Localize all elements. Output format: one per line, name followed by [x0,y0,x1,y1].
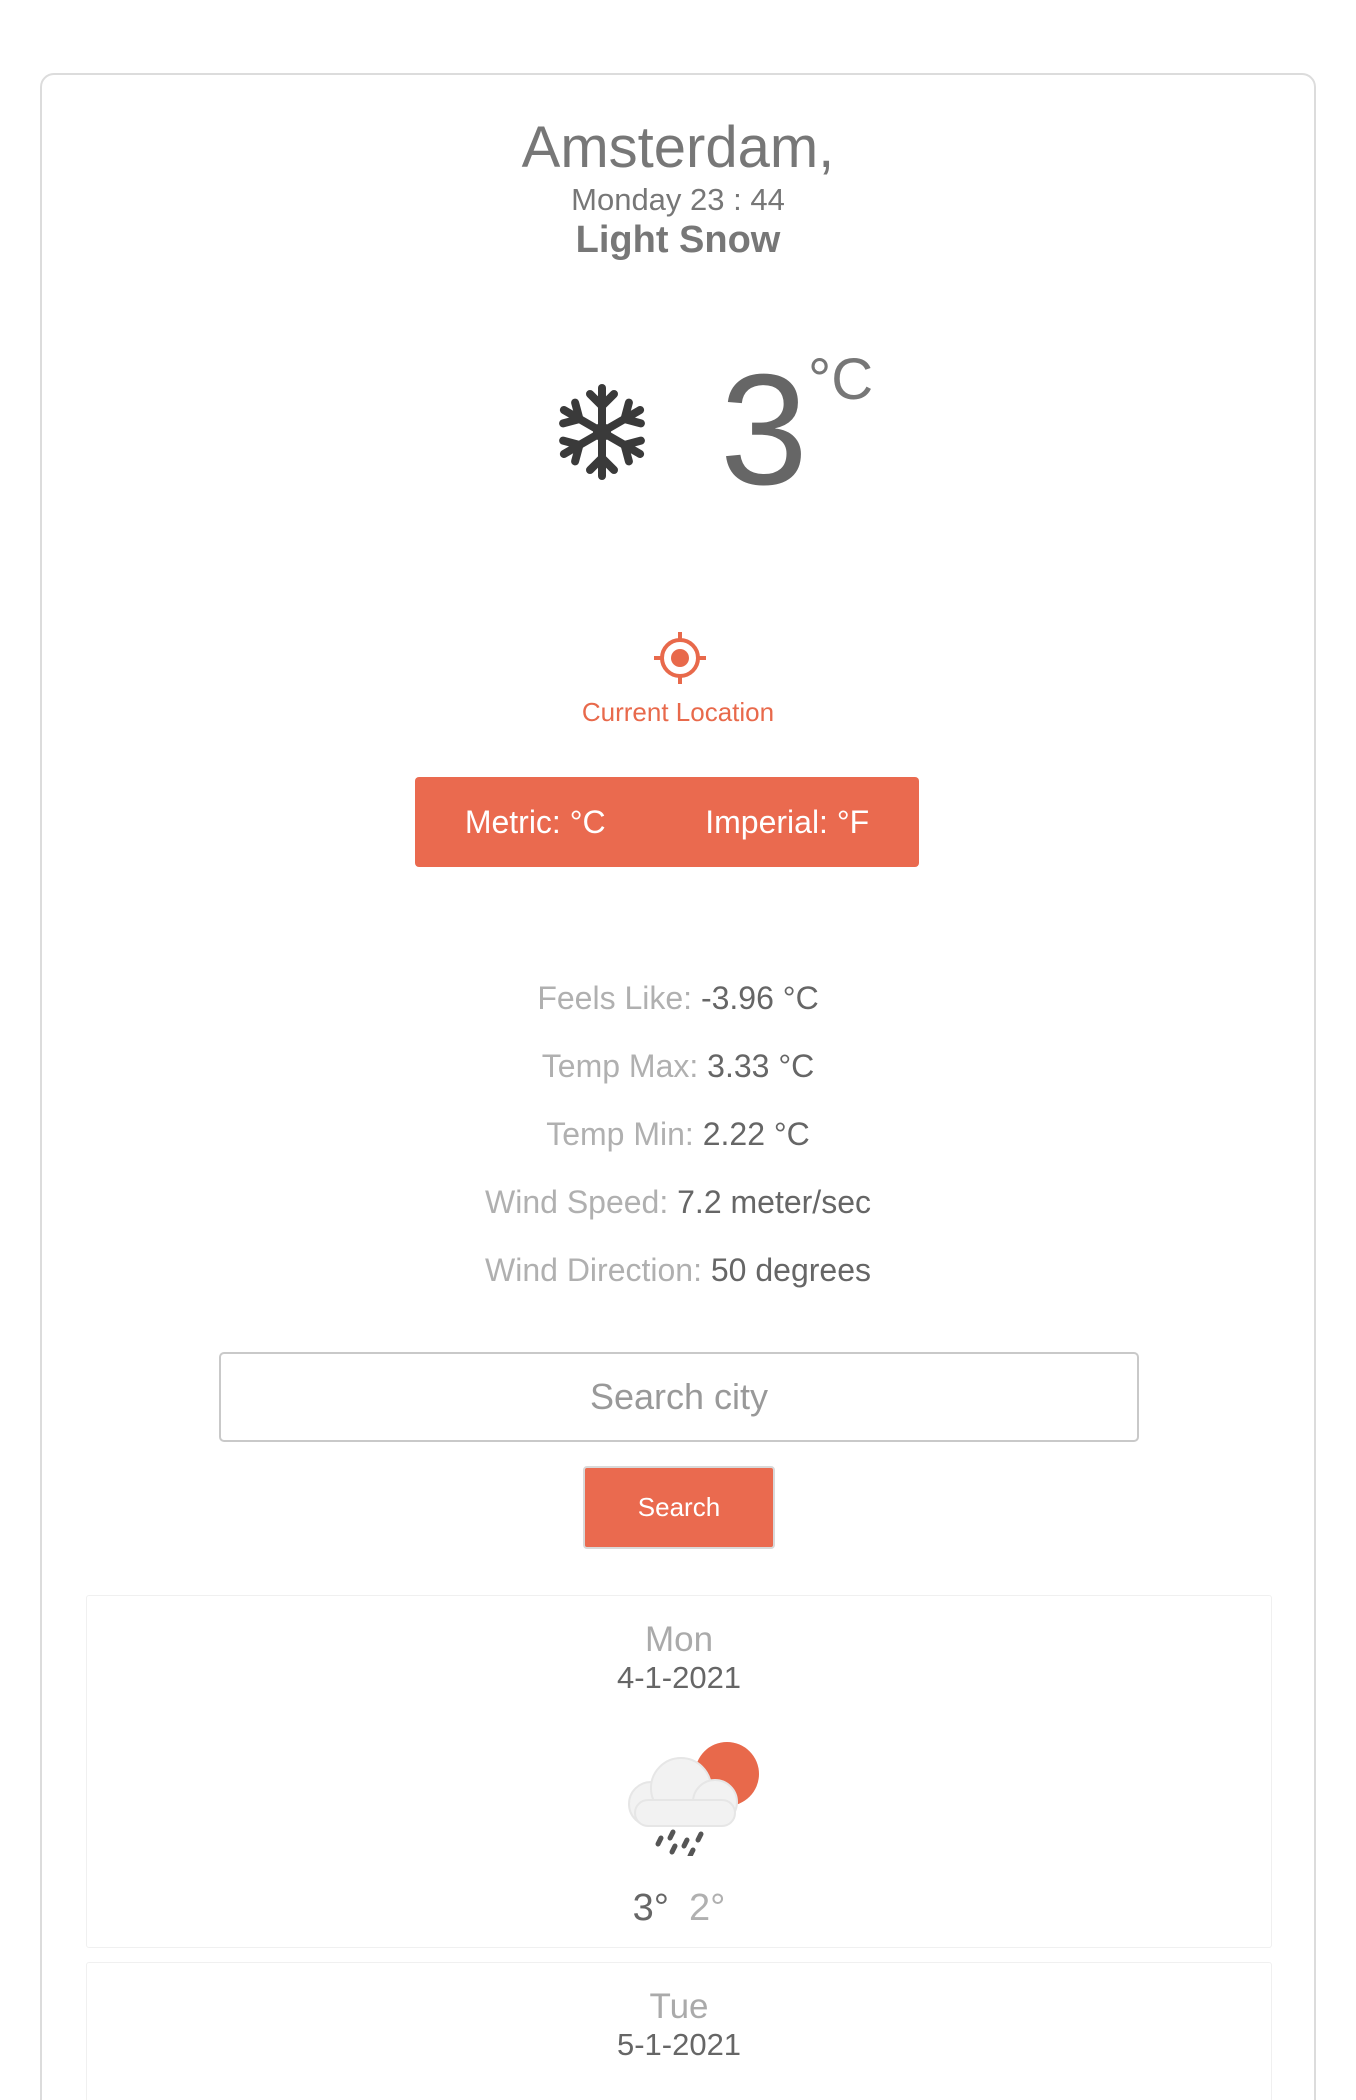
detail-wind-speed: Wind Speed: 7.2 meter/sec [0,1179,1356,1247]
search-button[interactable]: Search [583,1466,775,1549]
forecast-day: Tue [649,1987,709,2026]
city-name: Amsterdam, [521,115,835,180]
detail-label: Feels Like: [537,980,693,1016]
detail-label: Wind Speed: [485,1184,669,1220]
detail-temp-max: Temp Max: 3.33 °C [0,1043,1356,1111]
detail-value: 7.2 meter/sec [677,1184,871,1220]
detail-feels-like: Feels Like: -3.96 °C [0,975,1356,1043]
detail-label: Temp Min: [546,1116,694,1152]
sun-cloud-rain-icon [628,1742,759,1856]
detail-wind-direction: Wind Direction: 50 degrees [0,1247,1356,1315]
forecast-date: 5-1-2021 [616,2027,742,2062]
weather-condition: Light Snow [575,219,781,261]
detail-label: Wind Direction: [485,1252,702,1288]
forecast-date: 4-1-2021 [616,1660,742,1695]
forecast-temps: 3° 2° [87,1884,1271,1932]
detail-value: -3.96 °C [700,980,819,1016]
detail-value: 3.33 °C [707,1048,815,1084]
forecast-day: Mon [644,1620,714,1659]
metric-button[interactable]: Metric: °C [451,804,620,841]
detail-value: 2.22 °C [702,1116,810,1152]
forecast-card-mon: Mon 4-1-2021 3° 2° [86,1595,1272,1948]
snowflake-icon [559,384,645,480]
detail-temp-min: Temp Min: 2.22 °C [0,1111,1356,1179]
forecast-low: 2° [689,1887,726,1929]
day-time: Monday 23 : 44 [571,182,785,217]
unit-toggle: Metric: °C Imperial: °F [415,777,919,867]
crosshair-icon[interactable] [652,630,708,686]
temperature-unit: °C [808,347,874,412]
forecast-card-tue: Tue 5-1-2021 [86,1962,1272,2100]
imperial-button[interactable]: Imperial: °F [691,804,883,841]
weather-details: Feels Like: -3.96 °C Temp Max: 3.33 °C T… [0,975,1356,1315]
detail-label: Temp Max: [541,1048,699,1084]
current-location-link[interactable]: Current Location [0,695,1356,729]
search-city-input[interactable] [219,1352,1139,1442]
detail-value: 50 degrees [710,1252,871,1288]
weather-page: Amsterdam, Monday 23 : 44 Light Snow 3 °… [0,0,1356,2100]
current-temperature: 3 [720,342,808,518]
forecast-high: 3° [632,1887,669,1929]
